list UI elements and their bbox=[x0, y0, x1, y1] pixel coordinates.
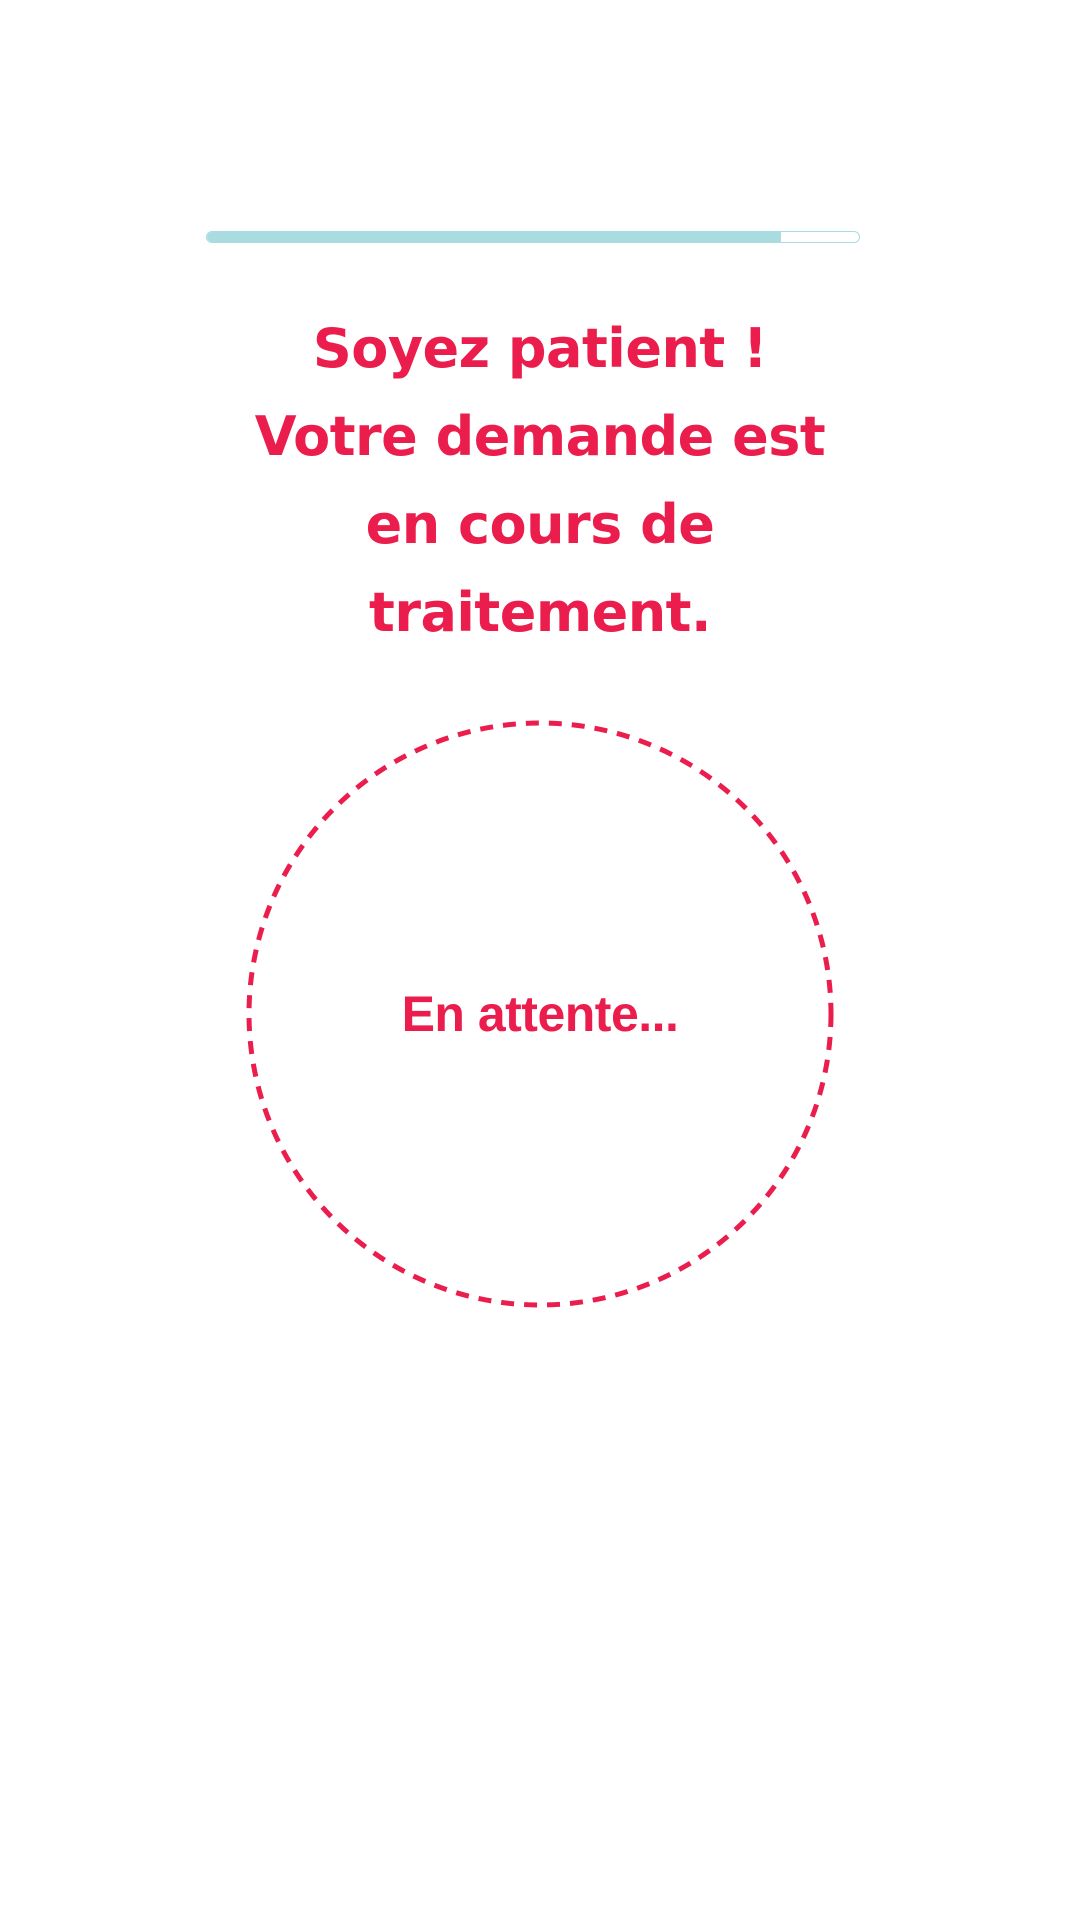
page-title: Soyez patient ! Votre demande est en cou… bbox=[180, 305, 900, 657]
progress-bar-fill bbox=[207, 232, 781, 242]
page-title-line: Soyez patient ! bbox=[312, 317, 768, 380]
page-title-line: Votre demande est bbox=[254, 405, 826, 468]
page-title-line: en cours de bbox=[365, 493, 715, 556]
progress-bar bbox=[206, 231, 860, 243]
status-label: En attente... bbox=[401, 986, 679, 1042]
waiting-indicator: En attente... bbox=[246, 720, 834, 1308]
screen: Soyez patient ! Votre demande est en cou… bbox=[0, 0, 1080, 1920]
page-title-line: traitement. bbox=[369, 581, 712, 644]
